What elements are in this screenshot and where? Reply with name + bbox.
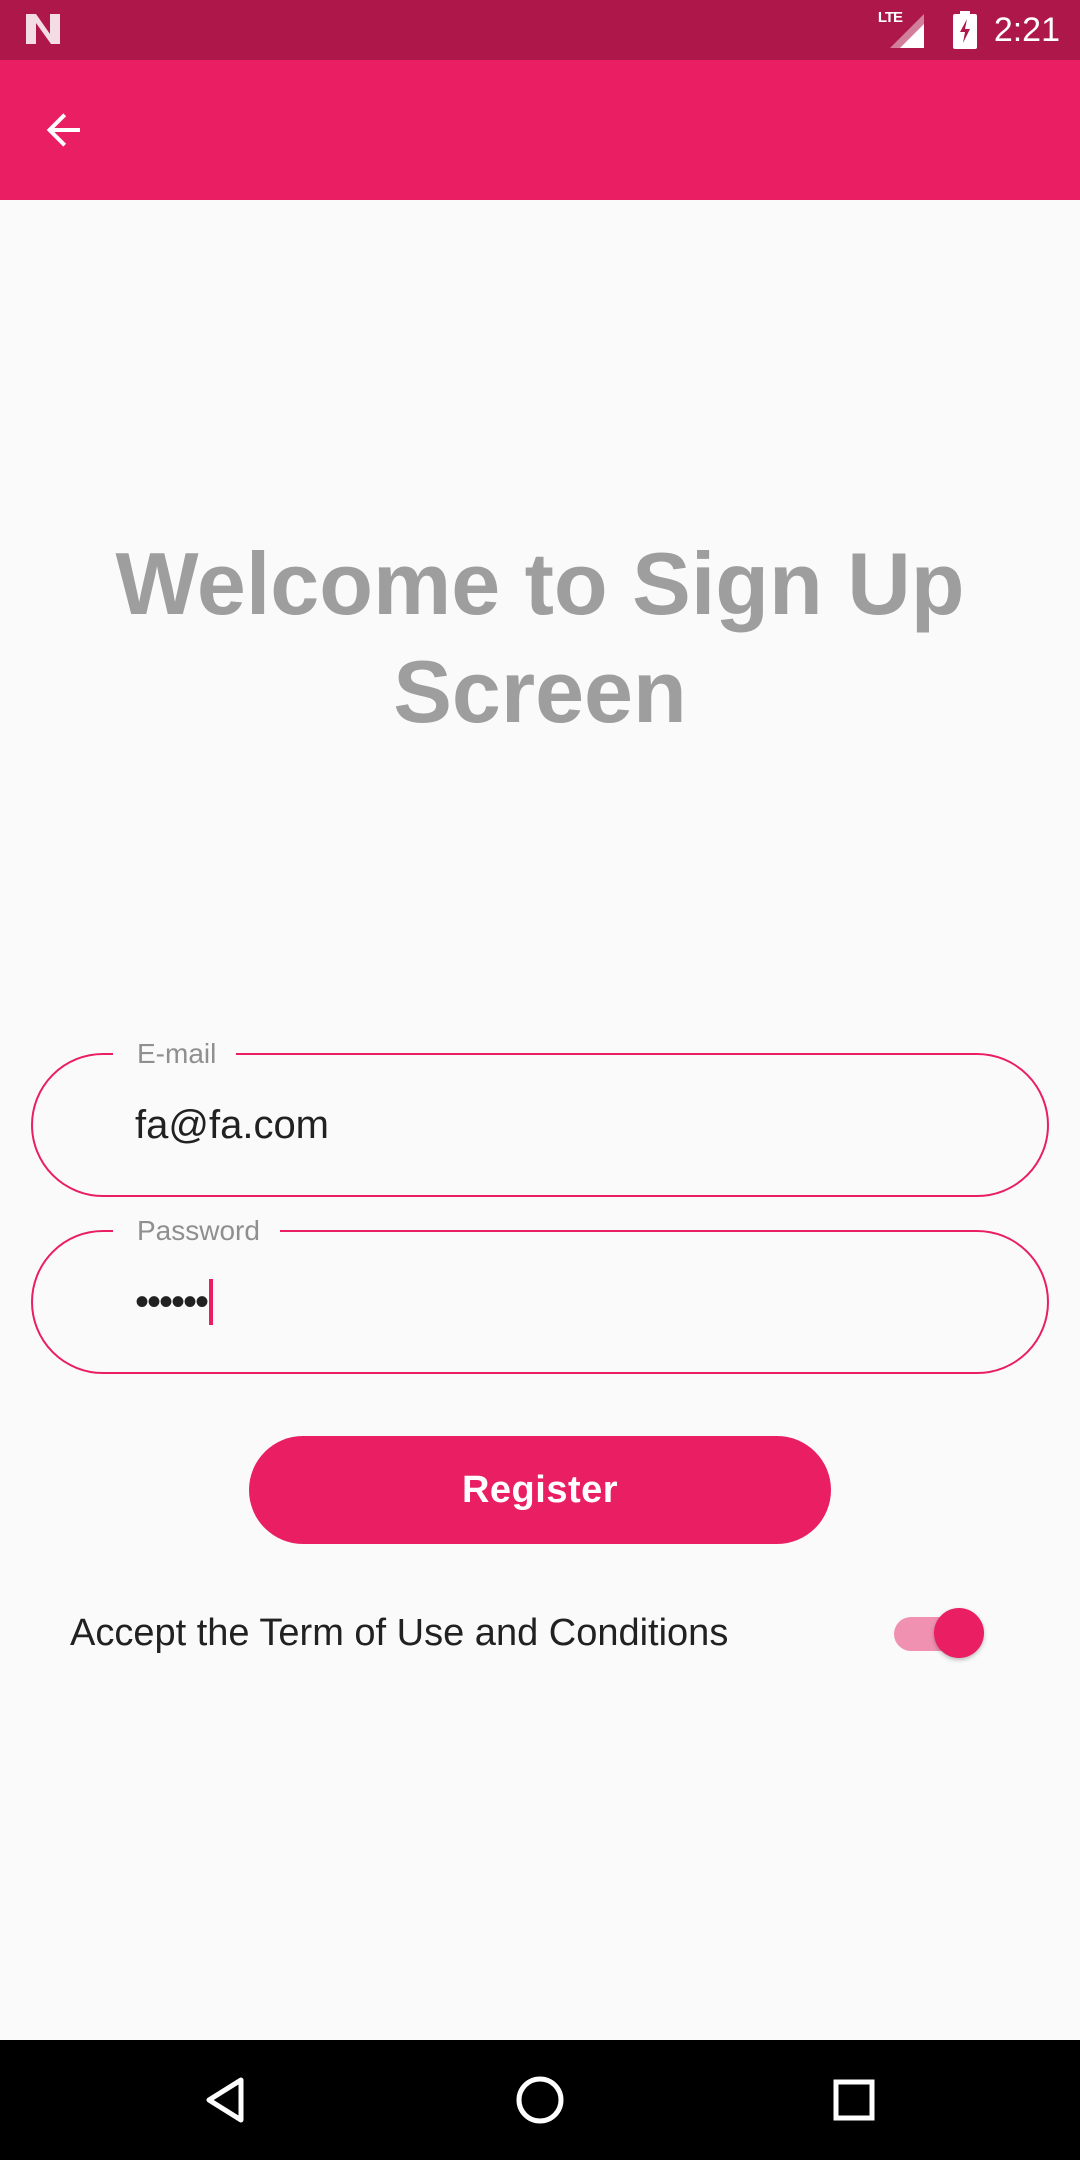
battery-charging-icon: [952, 11, 977, 49]
nav-back-button[interactable]: [187, 2060, 267, 2140]
signup-screen: LTE 2:21 Welcome to Sign Up Screen E-mai…: [0, 0, 1080, 2160]
arrow-back-icon: [46, 113, 80, 147]
text-cursor: [209, 1279, 214, 1325]
nav-back-icon: [206, 2077, 244, 2123]
password-field-label: Password: [113, 1215, 280, 1247]
password-masked-text: ••••••: [135, 1280, 209, 1324]
lte-signal-icon: LTE: [878, 10, 926, 50]
status-bar: LTE 2:21: [0, 0, 1080, 60]
password-field-value[interactable]: ••••••: [135, 1276, 955, 1328]
page-title: Welcome to Sign Up Screen: [115, 534, 965, 741]
register-button[interactable]: Register: [249, 1436, 831, 1544]
nav-recent-button[interactable]: [814, 2060, 894, 2140]
terms-toggle[interactable]: [892, 1607, 986, 1659]
status-time: 2:21: [993, 11, 1060, 49]
email-field[interactable]: E-mail fa@fa.com: [31, 1038, 1049, 1197]
system-nav-bar: [0, 2040, 1080, 2160]
nav-home-icon: [516, 2076, 564, 2124]
status-icons: LTE 2:21: [878, 0, 1060, 60]
email-field-label: E-mail: [113, 1038, 237, 1070]
password-field[interactable]: Password ••••••: [31, 1215, 1049, 1374]
nav-recent-icon: [833, 2079, 875, 2121]
toggle-thumb: [934, 1608, 984, 1658]
nav-home-button[interactable]: [500, 2060, 580, 2140]
app-bar: [0, 60, 1080, 200]
email-field-value[interactable]: fa@fa.com: [135, 1099, 955, 1151]
back-button[interactable]: [24, 90, 104, 170]
terms-label: Accept the Term of Use and Conditions: [70, 1612, 729, 1654]
notification-n-icon: [26, 14, 60, 44]
